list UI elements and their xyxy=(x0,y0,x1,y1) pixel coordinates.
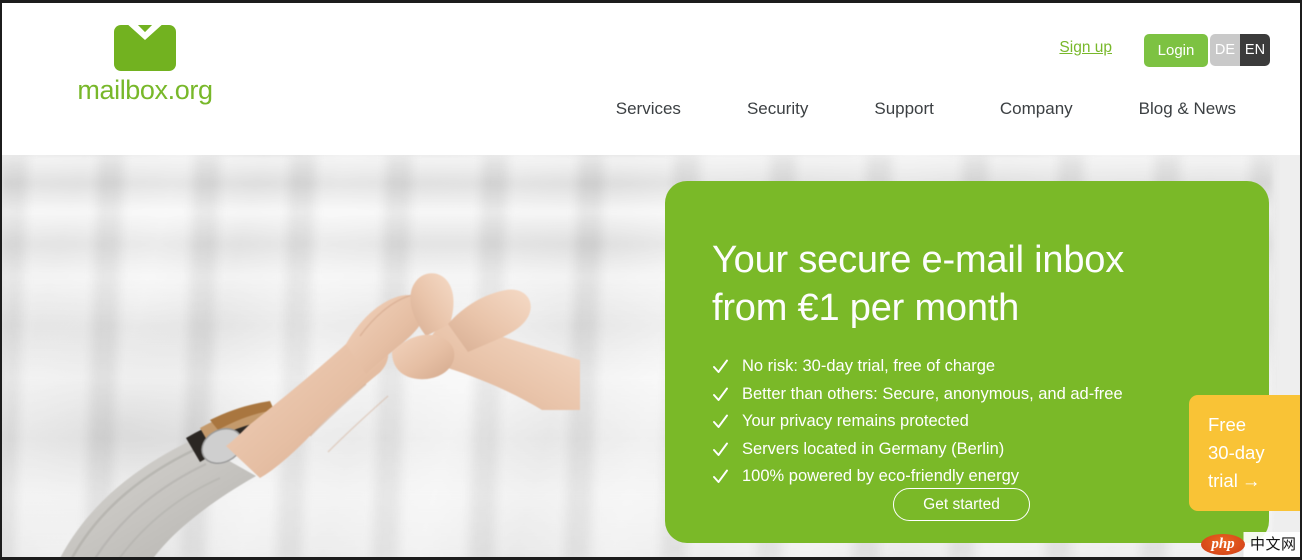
check-icon xyxy=(713,359,728,373)
watermark-cn-label: 中文网 xyxy=(1250,536,1297,553)
site-logo[interactable]: mailbox.org xyxy=(60,25,230,104)
free-trial-line1: Free xyxy=(1208,414,1247,435)
php-logo-icon: php xyxy=(1201,534,1245,555)
list-item: No risk: 30-day trial, free of charge xyxy=(713,353,1253,381)
list-item: Your privacy remains protected xyxy=(713,408,1253,436)
free-trial-line3: trial → xyxy=(1208,467,1300,495)
envelope-icon xyxy=(114,25,176,71)
get-started-button[interactable]: Get started xyxy=(893,488,1030,521)
feature-text: 100% powered by eco-friendly energy xyxy=(742,467,1019,485)
hero-title: Your secure e-mail inbox from €1 per mon… xyxy=(712,236,1232,332)
login-button[interactable]: Login xyxy=(1144,34,1208,67)
feature-text: No risk: 30-day trial, free of charge xyxy=(742,357,996,375)
hands-heart-image xyxy=(60,273,580,557)
check-icon xyxy=(713,414,728,428)
nav-item-company[interactable]: Company xyxy=(967,99,1106,119)
arrow-right-icon: → xyxy=(1241,470,1261,491)
php-label: php xyxy=(1211,536,1235,552)
feature-text: Your privacy remains protected xyxy=(742,412,969,430)
php-watermark: php 中文网 xyxy=(1199,532,1300,557)
site-header: mailbox.org Sign up Login DE EN Services… xyxy=(2,3,1300,155)
browser-page: mailbox.org Sign up Login DE EN Services… xyxy=(0,0,1302,560)
free-trial-tab[interactable]: Free 30-day trial → xyxy=(1189,395,1300,511)
nav-item-support[interactable]: Support xyxy=(841,99,967,119)
free-trial-label: trial xyxy=(1208,470,1238,491)
nav-item-blog-news[interactable]: Blog & News xyxy=(1106,99,1270,119)
nav-item-security[interactable]: Security xyxy=(714,99,841,119)
main-navigation: Services Security Support Company Blog &… xyxy=(583,99,1270,119)
hero-promo-panel: Your secure e-mail inbox from €1 per mon… xyxy=(665,181,1269,543)
hero-feature-list: No risk: 30-day trial, free of charge Be… xyxy=(713,353,1253,491)
hero-section: Data Centre in Germany 100% Green Energy… xyxy=(2,155,1300,557)
free-trial-line2: 30-day xyxy=(1208,442,1265,463)
hero-title-line2: from €1 per month xyxy=(712,287,1020,329)
language-toggle[interactable]: DE EN xyxy=(1210,34,1270,66)
feature-text: Better than others: Secure, anonymous, a… xyxy=(742,384,1123,403)
feature-text: Servers located in Germany (Berlin) xyxy=(742,439,1005,458)
check-icon xyxy=(713,387,728,401)
logo-text: mailbox.org xyxy=(77,75,213,105)
nav-item-services[interactable]: Services xyxy=(583,99,714,119)
list-item: Servers located in Germany (Berlin) xyxy=(713,436,1253,464)
check-icon xyxy=(713,442,728,456)
list-item: Better than others: Secure, anonymous, a… xyxy=(713,381,1253,409)
list-item: 100% powered by eco-friendly energy xyxy=(713,463,1253,491)
check-icon xyxy=(713,469,728,483)
language-option-en[interactable]: EN xyxy=(1240,34,1270,66)
signup-link[interactable]: Sign up xyxy=(1059,39,1112,57)
language-option-de[interactable]: DE xyxy=(1210,34,1240,66)
hero-title-line1: Your secure e-mail inbox xyxy=(712,239,1125,281)
